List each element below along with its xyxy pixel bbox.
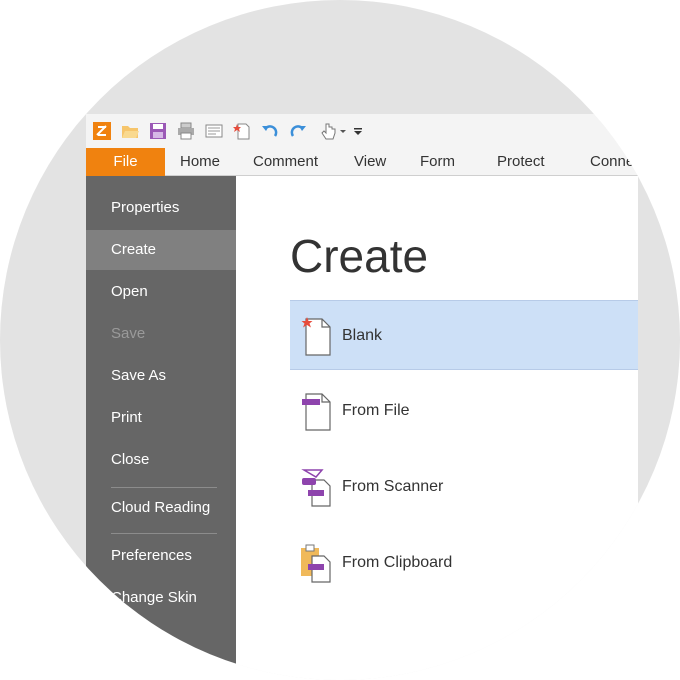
blank-document-icon xyxy=(300,315,334,357)
tab-home[interactable]: Home xyxy=(180,148,220,176)
option-label: From File xyxy=(342,402,410,419)
tab-view[interactable]: View xyxy=(354,148,386,176)
sidebar-item-change-skin[interactable]: Change Skin xyxy=(86,578,236,618)
option-from-scanner[interactable]: From Scanner xyxy=(290,452,638,522)
print-icon[interactable] xyxy=(176,121,196,141)
redo-icon[interactable] xyxy=(288,121,308,141)
save-icon[interactable] xyxy=(148,121,168,141)
option-from-clipboard[interactable]: From Clipboard xyxy=(290,528,638,598)
option-label: Blank xyxy=(342,327,383,344)
undo-icon[interactable] xyxy=(260,121,280,141)
from-scanner-icon xyxy=(300,466,334,508)
from-file-icon xyxy=(300,390,334,432)
option-label: From Clipboard xyxy=(342,554,453,571)
new-blank-icon[interactable] xyxy=(232,121,252,141)
backstage-sidebar: Properties Create Open Save Save As Prin… xyxy=(86,176,236,680)
sidebar-item-preferences[interactable]: Preferences xyxy=(86,536,236,576)
app-logo-icon[interactable] xyxy=(92,121,112,141)
sidebar-item-close[interactable]: Close xyxy=(86,440,236,480)
open-folder-icon[interactable] xyxy=(120,121,140,141)
sidebar-divider xyxy=(111,533,217,534)
create-panel: Create Blank From File From Scanner From… xyxy=(236,176,638,680)
hand-tool-dropdown-icon[interactable] xyxy=(338,121,348,141)
sidebar-item-create[interactable]: Create xyxy=(86,230,236,270)
option-from-file[interactable]: From File xyxy=(290,376,638,446)
sidebar-item-properties[interactable]: Properties xyxy=(86,188,236,228)
page-title: Create xyxy=(290,230,429,282)
sidebar-item-save: Save xyxy=(111,325,146,342)
sidebar-item-open[interactable]: Open xyxy=(86,272,236,312)
tab-protect[interactable]: Protect xyxy=(497,148,545,176)
customize-dropdown-icon[interactable] xyxy=(352,121,364,141)
ribbon-tabs: File Home Comment View Form Protect Conn… xyxy=(86,148,638,176)
circular-frame: File Home Comment View Form Protect Conn… xyxy=(0,0,680,680)
scan-icon[interactable] xyxy=(204,121,224,141)
tab-file[interactable]: File xyxy=(86,148,165,176)
quick-access-toolbar xyxy=(86,114,638,148)
hand-tool-icon[interactable] xyxy=(318,121,338,141)
option-label: From Scanner xyxy=(342,478,444,495)
tab-connect[interactable]: Conne xyxy=(590,148,638,176)
app-window: File Home Comment View Form Protect Conn… xyxy=(86,114,638,680)
tab-comment[interactable]: Comment xyxy=(253,148,318,176)
tab-form[interactable]: Form xyxy=(420,148,455,176)
sidebar-item-save-as[interactable]: Save As xyxy=(86,356,236,396)
from-clipboard-icon xyxy=(300,542,334,584)
sidebar-item-print[interactable]: Print xyxy=(86,398,236,438)
option-blank[interactable]: Blank xyxy=(290,300,638,370)
sidebar-item-cloud-reading[interactable]: Cloud Reading xyxy=(86,488,236,528)
